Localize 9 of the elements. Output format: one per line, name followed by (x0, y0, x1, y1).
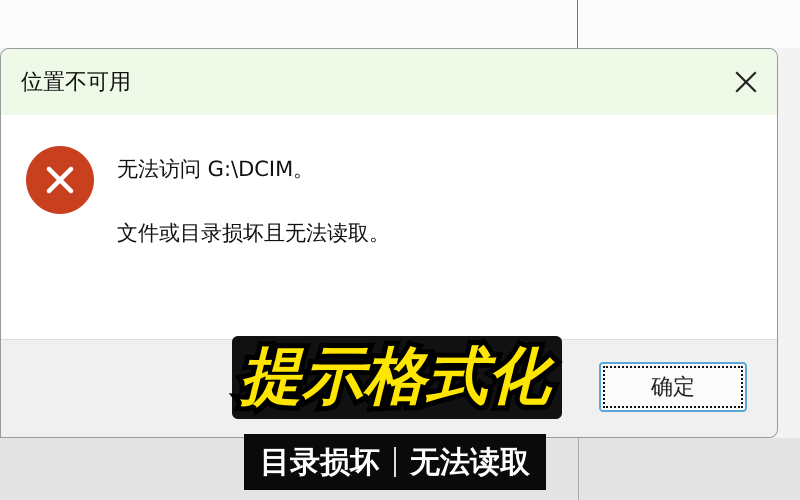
message-text: 无法访问 G:\DCIM。 (117, 156, 316, 183)
caption-text: 无法读取 (410, 444, 530, 482)
window-title: 位置不可用 (21, 69, 131, 97)
close-icon[interactable] (733, 69, 759, 95)
ok-button[interactable]: 确定 (599, 362, 747, 412)
message-text: 文件或目录损坏且无法读取。 (117, 220, 390, 247)
caption-headline: 提示格式化 (232, 336, 562, 420)
caption-text: 目录损坏 (260, 444, 380, 482)
error-icon (25, 145, 95, 215)
